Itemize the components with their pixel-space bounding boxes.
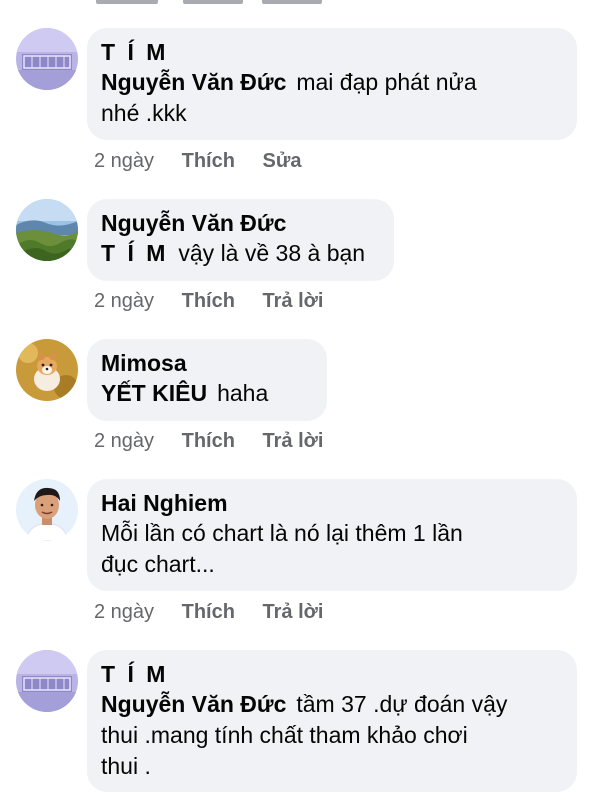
comment-text: YẾT KIÊU haha [101,378,313,409]
comment-author[interactable]: T Í M [101,659,563,689]
mention-tag[interactable]: Nguyễn Văn Đức [101,691,286,717]
dog-photo-avatar-icon[interactable] [16,339,78,401]
comment-actions: 2 ngày Thích Trả lời [94,600,323,624]
comment-author[interactable]: Hai Nghiem [101,488,563,518]
comment-timestamp[interactable]: 2 ngày [94,429,154,453]
comment-author[interactable]: Mimosa [101,348,313,378]
comment-text-line: tầm 37 .dự đoán vậy [296,691,508,717]
comment-text: Nguyễn Văn Đức tầm 37 .dự đoán vậy thui .… [101,689,563,782]
comment-text-line: mai đạp phát nửa [296,69,477,95]
man-photo-avatar-icon[interactable] [16,479,78,541]
comment-bubble: Hai Nghiem Mỗi lần có chart là nó lại th… [87,479,577,591]
comment-bubble: T Í M Nguyễn Văn Đức mai đạp phát nửa nhé… [87,28,577,140]
comment-author[interactable]: T Í M [101,37,563,67]
gate-photo-avatar-icon[interactable] [16,650,78,712]
comment-text-line: haha [217,380,269,406]
like-button[interactable]: Thích [182,289,235,313]
like-button[interactable]: Thích [182,429,235,453]
comment-text-line: đục chart... [101,551,215,577]
comment-timestamp[interactable]: 2 ngày [94,289,154,313]
comment-bubble: Mimosa YẾT KIÊU haha [87,339,327,421]
comment-text-line: Mỗi lần có chart là nó lại thêm 1 lần [101,520,463,546]
like-button[interactable]: Thích [182,600,235,624]
comment-text-line: thui .mang tính chất tham khảo chơi [101,722,468,748]
edit-button[interactable]: Sửa [263,149,302,173]
comment-actions: 2 ngày Thích Trả lời [94,289,323,313]
mention-tag[interactable]: T Í M [101,240,168,266]
mention-tag[interactable]: Nguyễn Văn Đức [101,69,286,95]
gate-photo-avatar-icon[interactable] [16,28,78,90]
comment-text-line: nhé .kkk [101,100,187,126]
landscape-photo-avatar-icon[interactable] [16,199,78,261]
reply-button[interactable]: Trả lời [263,289,324,313]
comment-text-line: thui . [101,753,151,779]
reply-button[interactable]: Trả lời [263,429,324,453]
comment-actions: 2 ngày Thích Sửa [94,149,301,173]
comment-text-line: vậy là về 38 à bạn [178,240,366,266]
comment-bubble: Nguyễn Văn Đức T Í M vậy là về 38 à bạn [87,199,394,281]
comment-text: Mỗi lần có chart là nó lại thêm 1 lần đụ… [101,518,563,580]
comment-text: T Í M vậy là về 38 à bạn [101,238,380,269]
like-button[interactable]: Thích [182,149,235,173]
comment-text: Nguyễn Văn Đức mai đạp phát nửa nhé .kkk [101,67,563,129]
comment-timestamp[interactable]: 2 ngày [94,149,154,173]
mention-tag[interactable]: YẾT KIÊU [101,380,207,406]
comment-actions: 2 ngày Thích Trả lời [94,429,323,453]
previous-comment-actions-cut [0,0,600,10]
reply-button[interactable]: Trả lời [263,600,324,624]
comment-bubble: T Í M Nguyễn Văn Đức tầm 37 .dự đoán vậy … [87,650,577,792]
comment-author[interactable]: Nguyễn Văn Đức [101,208,380,238]
comment-timestamp[interactable]: 2 ngày [94,600,154,624]
